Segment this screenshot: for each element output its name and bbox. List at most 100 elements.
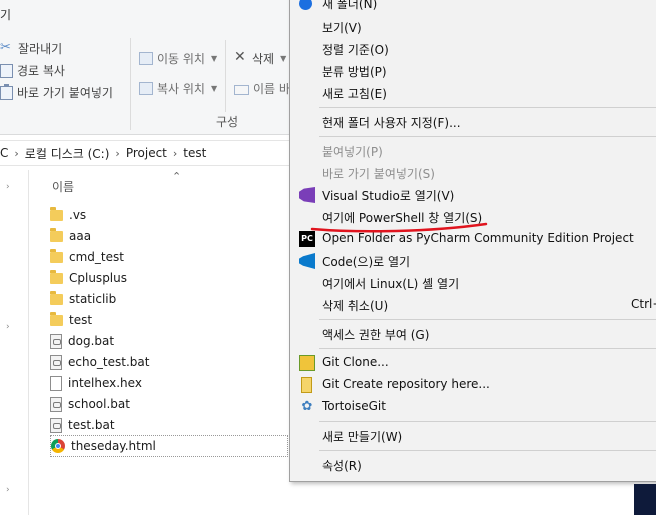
menu-item-sort-by[interactable]: 정렬 기준(O) (322, 41, 389, 58)
list-item[interactable]: test (50, 310, 292, 330)
column-header-name[interactable]: 이름 (52, 178, 74, 195)
batch-file-icon (50, 417, 62, 433)
menu-item-new[interactable]: 새로 만들기(W) (322, 428, 402, 445)
file-name: theseday.html (71, 439, 156, 453)
folder-icon (50, 311, 63, 326)
menu-item-tortoisegit[interactable]: TortoiseGit (322, 399, 386, 413)
chevron-down-icon: ▼ (210, 84, 218, 93)
navigation-pane[interactable]: › › › (0, 170, 29, 515)
file-name: test.bat (68, 418, 115, 432)
scissors-icon (0, 40, 14, 56)
tortoisegit-icon: ✿ (301, 399, 313, 414)
file-name: .vs (69, 208, 87, 222)
pycharm-icon: PC (299, 231, 315, 247)
menu-item-view[interactable]: 보기(V) (322, 19, 362, 36)
menu-item-git-create-repository[interactable]: Git Create repository here... (322, 377, 490, 391)
rename-icon (234, 84, 249, 95)
breadcrumb-item[interactable]: C (0, 146, 8, 160)
rename-button[interactable]: 이름 바 (234, 80, 290, 97)
menu-item-paste[interactable]: 붙여넣기(P) (322, 143, 383, 160)
menu-item-paste-shortcut[interactable]: 바로 가기 붙여넣기(S) (322, 165, 435, 182)
breadcrumb-item[interactable]: test (183, 146, 206, 160)
taskbar-corner (634, 484, 656, 515)
folder-icon (50, 227, 63, 242)
file-name: echo_test.bat (68, 355, 150, 369)
menu-item-properties[interactable]: 속성(R) (322, 457, 362, 474)
delete-label: 삭제 (252, 52, 275, 66)
menu-item-open-powershell[interactable]: 여기에 PowerShell 창 열기(S) (322, 209, 482, 226)
git-clone-icon (299, 355, 315, 371)
file-name: school.bat (68, 397, 130, 411)
folder-icon (50, 206, 63, 221)
address-bar[interactable]: C › 로컬 디스크 (C:) › Project › test (0, 140, 290, 166)
list-item[interactable]: Cplusplus (50, 268, 292, 288)
git-create-icon (301, 377, 312, 393)
delete-button[interactable]: 삭제 ▼ (234, 49, 287, 67)
folder-icon (50, 248, 63, 263)
batch-file-icon (50, 354, 62, 370)
list-item[interactable]: dog.bat (50, 331, 292, 351)
menu-item-new-folder[interactable]: 새 폴더(N) (322, 0, 377, 12)
menu-separator (319, 421, 656, 422)
menu-separator (319, 348, 656, 349)
breadcrumb-separator-icon: › (115, 146, 120, 160)
breadcrumb-separator-icon: › (14, 146, 19, 160)
ribbon-group-label: 구성 (216, 115, 239, 129)
menu-item-refresh[interactable]: 새로 고침(E) (322, 85, 387, 102)
chevron-right-icon[interactable]: › (6, 485, 10, 495)
file-name: cmd_test (69, 250, 124, 264)
menu-item-open-pycharm[interactable]: Open Folder as PyCharm Community Edition… (322, 231, 634, 245)
ribbon-tab-partial[interactable]: 기 (0, 6, 11, 23)
move-to-button[interactable]: 이동 위치 ▼ (139, 50, 217, 67)
menu-separator (319, 107, 656, 108)
menu-item-undo-delete[interactable]: 삭제 취소(U) (322, 297, 388, 314)
copy-to-button[interactable]: 복사 위치 ▼ (139, 80, 217, 97)
copy-path-button[interactable]: 경로 복사 (0, 62, 65, 79)
sort-ascending-icon: ⌃ (172, 170, 182, 183)
breadcrumb-item[interactable]: 로컬 디스크 (C:) (25, 145, 110, 162)
menu-item-give-access[interactable]: 액세스 권한 부여 (G) (322, 326, 429, 343)
list-item[interactable]: school.bat (50, 394, 292, 414)
copy-path-label: 경로 복사 (17, 64, 65, 78)
paste-shortcut-label: 바로 가기 붙여넣기 (17, 86, 113, 100)
file-name: Cplusplus (69, 271, 127, 285)
batch-file-icon (50, 396, 62, 412)
cut-button[interactable]: 잘라내기 (0, 40, 62, 57)
list-item[interactable]: aaa (50, 226, 292, 246)
menu-separator (319, 319, 656, 320)
breadcrumb-separator-icon: › (172, 146, 178, 160)
file-name: dog.bat (68, 334, 115, 348)
file-name: intelhex.hex (68, 376, 142, 390)
ribbon-divider (225, 40, 226, 112)
paste-shortcut-button[interactable]: 바로 가기 붙여넣기 (0, 83, 113, 101)
menu-shortcut-undo: Ctrl+ (631, 297, 656, 311)
copy-to-icon (139, 82, 153, 95)
chevron-right-icon[interactable]: › (6, 182, 10, 192)
list-item[interactable]: staticlib (50, 289, 292, 309)
chrome-icon (51, 439, 65, 453)
list-item[interactable]: intelhex.hex (50, 373, 292, 393)
file-name: aaa (69, 229, 92, 243)
list-item[interactable]: cmd_test (50, 247, 292, 267)
ribbon: 기 잘라내기 경로 복사 바로 가기 붙여넣기 이동 위치 ▼ 복사 위치 ▼ … (0, 0, 300, 135)
menu-item-open-visual-studio[interactable]: Visual Studio로 열기(V) (322, 187, 454, 204)
menu-item-open-code[interactable]: Code(으)로 열기 (322, 253, 410, 270)
rename-label: 이름 바 (253, 82, 290, 96)
file-name: test (69, 313, 93, 327)
breadcrumb-item[interactable]: Project (126, 146, 167, 160)
menu-item-customize-folder[interactable]: 현재 폴더 사용자 지정(F)... (322, 114, 461, 131)
chevron-down-icon: ▼ (280, 54, 287, 63)
menu-item-group-by[interactable]: 분류 방법(P) (322, 63, 387, 80)
menu-separator (319, 450, 656, 451)
chevron-right-icon[interactable]: › (6, 322, 10, 332)
copy-to-label: 복사 위치 (157, 82, 205, 96)
menu-item-open-linux-shell[interactable]: 여기에서 Linux(L) 셸 열기 (322, 275, 459, 292)
menu-item-git-clone[interactable]: Git Clone... (322, 355, 389, 369)
menu-separator (319, 136, 656, 137)
move-to-label: 이동 위치 (157, 52, 205, 66)
list-item[interactable]: echo_test.bat (50, 352, 292, 372)
list-item[interactable]: .vs (50, 205, 292, 225)
list-item[interactable]: test.bat (50, 415, 292, 435)
cut-label: 잘라내기 (18, 42, 63, 56)
list-item-selected[interactable]: theseday.html (50, 435, 288, 457)
